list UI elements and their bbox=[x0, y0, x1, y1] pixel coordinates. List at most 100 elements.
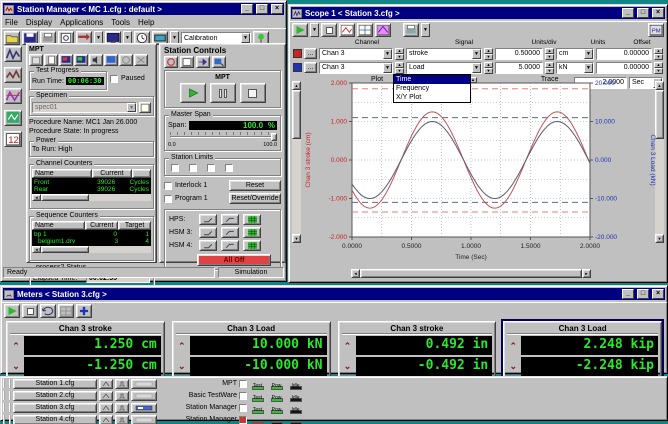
station1-config-button[interactable]: Station 1.cfg bbox=[13, 379, 97, 389]
station2-ramp-icon[interactable] bbox=[99, 391, 113, 401]
run-button[interactable] bbox=[180, 83, 206, 103]
meters-titlebar[interactable]: Meters < Station 3.cfg > _ □ × bbox=[3, 288, 665, 300]
meters-reset-icon[interactable] bbox=[40, 304, 56, 318]
station4-checkbox[interactable] bbox=[239, 416, 247, 424]
channel2-signal-select[interactable]: Load▼ bbox=[406, 62, 482, 74]
hold-button[interactable] bbox=[210, 83, 236, 103]
row3-grip-handle[interactable] bbox=[3, 403, 11, 412]
plot-mode-option-time[interactable]: Time bbox=[394, 75, 470, 84]
cc-hscrollbar[interactable]: ◄ bbox=[32, 194, 151, 201]
reset-all-icon[interactable] bbox=[164, 56, 178, 68]
span-slider[interactable] bbox=[168, 132, 277, 142]
station3-ramp-icon[interactable] bbox=[99, 403, 113, 413]
meter-2[interactable]: Chan 3 Load ⌃⌄ 10.000 kN -10.000 kN bbox=[172, 321, 331, 377]
station-manager-titlebar[interactable]: Station Manager < MC 1.cfg : default > _… bbox=[3, 3, 284, 15]
chart-scroll-right-icon[interactable]: ► bbox=[582, 269, 591, 278]
station4-ramp-icon[interactable] bbox=[99, 415, 113, 424]
station3-config-button[interactable]: Station 3.cfg bbox=[13, 403, 97, 413]
plot-mode-option-xy[interactable]: X/Y Plot bbox=[394, 93, 470, 102]
mpt-run-disabled-icon[interactable] bbox=[119, 54, 133, 66]
chart-left-scroll-thumb[interactable] bbox=[292, 90, 301, 139]
paused-checkbox[interactable] bbox=[110, 75, 118, 83]
chart-scroll-left-icon[interactable]: ◄ bbox=[351, 269, 360, 278]
meters-add-icon[interactable] bbox=[76, 304, 92, 318]
channel2-more-button[interactable]: ... bbox=[304, 62, 317, 73]
chart-hscrollbar[interactable]: ◄ ► bbox=[351, 269, 591, 278]
program-reset-button[interactable]: Reset/Override bbox=[229, 193, 281, 204]
meters-grid-icon[interactable] bbox=[58, 304, 74, 318]
chart-scroll-thumb[interactable] bbox=[360, 269, 582, 278]
io-icon[interactable] bbox=[196, 56, 210, 68]
channel1-channel-spinner[interactable]: ▲▼ bbox=[395, 48, 404, 60]
cc-scroll-left-icon[interactable]: ◄ bbox=[32, 194, 41, 201]
sc-scroll-thumb[interactable] bbox=[41, 246, 89, 253]
plot-mode-option-frequency[interactable]: Frequency bbox=[394, 84, 470, 93]
specimen-edit-icon[interactable] bbox=[139, 102, 151, 113]
scope-run-dropdown-icon[interactable]: ▼ bbox=[310, 23, 319, 37]
station1-app-icon[interactable] bbox=[131, 379, 157, 389]
hps-low-icon[interactable] bbox=[199, 214, 217, 225]
mpt-monitor-icon[interactable] bbox=[104, 54, 118, 66]
station4-pulse-icon[interactable] bbox=[115, 415, 129, 424]
minimize-button[interactable]: _ bbox=[241, 4, 253, 14]
scope-print-dropdown-icon[interactable]: ▼ bbox=[421, 23, 430, 37]
scope-cursor-icon[interactable] bbox=[357, 23, 373, 37]
hsm4-on-icon[interactable] bbox=[243, 240, 261, 251]
sc-header-target[interactable]: Target bbox=[118, 221, 151, 230]
station1-pulse-icon[interactable] bbox=[115, 379, 129, 389]
meter-4[interactable]: Chan 3 Load ⌃⌄ 2.248 kip -2.248 kip bbox=[503, 321, 662, 377]
chart-left-scroll-down-icon[interactable]: ▼ bbox=[292, 234, 301, 243]
table-row[interactable]: Front 39026 Cycles bbox=[34, 179, 149, 186]
channel1-units-div-spinner[interactable]: ▲▼ bbox=[545, 48, 554, 60]
station2-pulse-icon[interactable] bbox=[115, 391, 129, 401]
table-row[interactable]: Rear 39026 Cycles bbox=[34, 186, 149, 193]
hps-on-icon[interactable] bbox=[243, 214, 261, 225]
table-row[interactable]: belgium1.drv 3 4 bbox=[34, 238, 149, 245]
mpt-display-red-icon[interactable] bbox=[59, 54, 73, 66]
station2-checkbox[interactable] bbox=[239, 392, 247, 400]
row2-grip-handle[interactable] bbox=[3, 391, 11, 400]
close-button[interactable]: × bbox=[271, 4, 283, 14]
channel1-units-div-field[interactable]: 0.50000 bbox=[495, 48, 543, 60]
meters-close-button[interactable]: × bbox=[652, 289, 664, 299]
hsm3-low-icon[interactable] bbox=[199, 227, 217, 238]
scope-minimize-button[interactable]: _ bbox=[622, 8, 634, 18]
hsm3-high-icon[interactable] bbox=[221, 227, 239, 238]
cc-header-current[interactable]: Current bbox=[92, 169, 133, 178]
meters-run-icon[interactable] bbox=[4, 304, 20, 318]
menu-help[interactable]: Help bbox=[138, 18, 154, 27]
cc-header-units[interactable] bbox=[132, 169, 151, 178]
channel1-offset-spinner[interactable]: ▲▼ bbox=[654, 48, 663, 60]
station1-checkbox[interactable] bbox=[239, 380, 247, 388]
table-row[interactable]: bp 1 0 1 bbox=[34, 231, 149, 238]
scope-stop-icon[interactable] bbox=[321, 23, 337, 37]
sc-header-current[interactable]: Current bbox=[85, 221, 118, 230]
mpt-open-icon[interactable] bbox=[29, 54, 43, 66]
scope-export-icon[interactable] bbox=[375, 23, 391, 37]
span-slider-thumb[interactable] bbox=[271, 133, 277, 141]
station2-app-icon[interactable] bbox=[131, 391, 157, 401]
sc-hscrollbar[interactable]: ◄ bbox=[32, 246, 151, 253]
maximize-button[interactable]: □ bbox=[256, 4, 268, 14]
channel1-channel-select[interactable]: Chan 3▼ bbox=[319, 48, 393, 60]
channel2-units-div-spinner[interactable]: ▲▼ bbox=[545, 62, 554, 74]
scope-launch-icon[interactable] bbox=[4, 46, 22, 62]
scope-run-icon[interactable] bbox=[292, 23, 308, 37]
scope-titlebar[interactable]: Scope 1 < Station 3.cfg > _ □ × bbox=[291, 7, 665, 19]
scope-close-button[interactable]: × bbox=[652, 8, 664, 18]
meters-maximize-button[interactable]: □ bbox=[637, 289, 649, 299]
sc-header-name[interactable]: Name bbox=[32, 221, 85, 230]
channel1-signal-select[interactable]: stroke▼ bbox=[406, 48, 482, 60]
calibration-dropdown-icon[interactable]: ▼ bbox=[241, 33, 250, 43]
channel2-offset-spinner[interactable]: ▲▼ bbox=[654, 62, 663, 74]
channel1-offset-field[interactable]: 0.00000 bbox=[596, 48, 652, 60]
station3-checkbox[interactable] bbox=[239, 404, 247, 412]
menu-applications[interactable]: Applications bbox=[60, 18, 103, 27]
channel2-units-select[interactable]: kN▼ bbox=[556, 62, 594, 74]
channel1-units-select[interactable]: cm▼ bbox=[556, 48, 594, 60]
hsm4-high-icon[interactable] bbox=[221, 240, 239, 251]
channel2-channel-spinner[interactable]: ▲▼ bbox=[395, 62, 404, 74]
station2-config-button[interactable]: Station 2.cfg bbox=[13, 391, 97, 401]
channel2-channel-select[interactable]: Chan 3▼ bbox=[319, 62, 393, 74]
station3-app-icon[interactable] bbox=[131, 403, 157, 413]
